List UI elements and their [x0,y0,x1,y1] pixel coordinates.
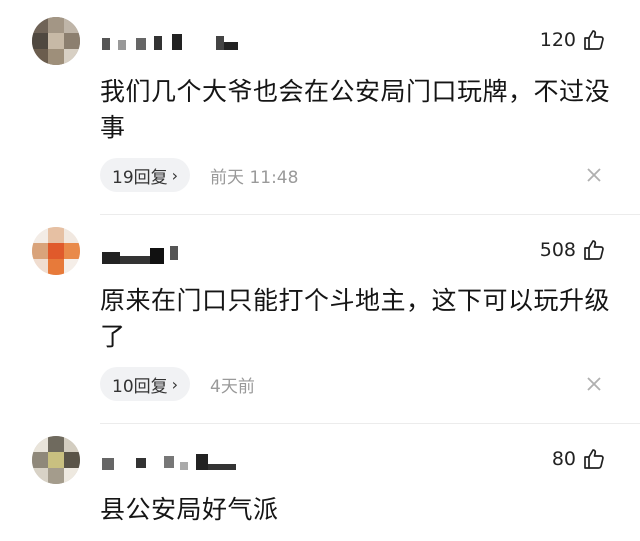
username-obscured[interactable] [100,32,300,54]
chevron-right-icon: › [171,374,179,394]
username-obscured[interactable] [100,244,300,266]
like-count: 508 [539,239,576,261]
comment-meta: 10回复 › 4天前 [100,367,255,401]
like-button[interactable]: 80 [552,447,606,471]
comment-text: 县公安局好气派 [100,495,279,524]
close-icon[interactable] [586,167,602,183]
like-count: 120 [539,29,576,51]
divider [100,423,640,424]
chevron-right-icon: › [171,165,179,185]
timestamp: 前天 11:48 [210,167,299,188]
divider [100,214,640,215]
reply-count-label: 19回复 [112,167,168,188]
avatar[interactable] [32,436,80,484]
thumbs-up-icon [584,240,604,260]
thumbs-up-icon [584,449,604,469]
comment-text: 我们几个大爷也会在公安局门口玩牌，不过没事 [100,77,611,142]
like-button[interactable]: 508 [540,238,606,262]
like-button[interactable]: 120 [540,28,606,52]
close-icon[interactable] [586,376,602,392]
like-count: 80 [551,448,576,470]
comment-text: 原来在门口只能打个斗地主，这下可以玩升级了 [100,286,611,351]
avatar[interactable] [32,227,80,275]
avatar[interactable] [32,17,80,65]
reply-count-button[interactable]: 10回复 › [100,367,191,401]
thumbs-up-icon [584,30,604,50]
username-obscured[interactable] [100,452,300,474]
timestamp: 4天前 [210,376,255,397]
reply-count-button[interactable]: 19回复 › [100,158,191,192]
reply-count-label: 10回复 [112,376,168,397]
comment-meta: 19回复 › 前天 11:48 [100,158,298,192]
